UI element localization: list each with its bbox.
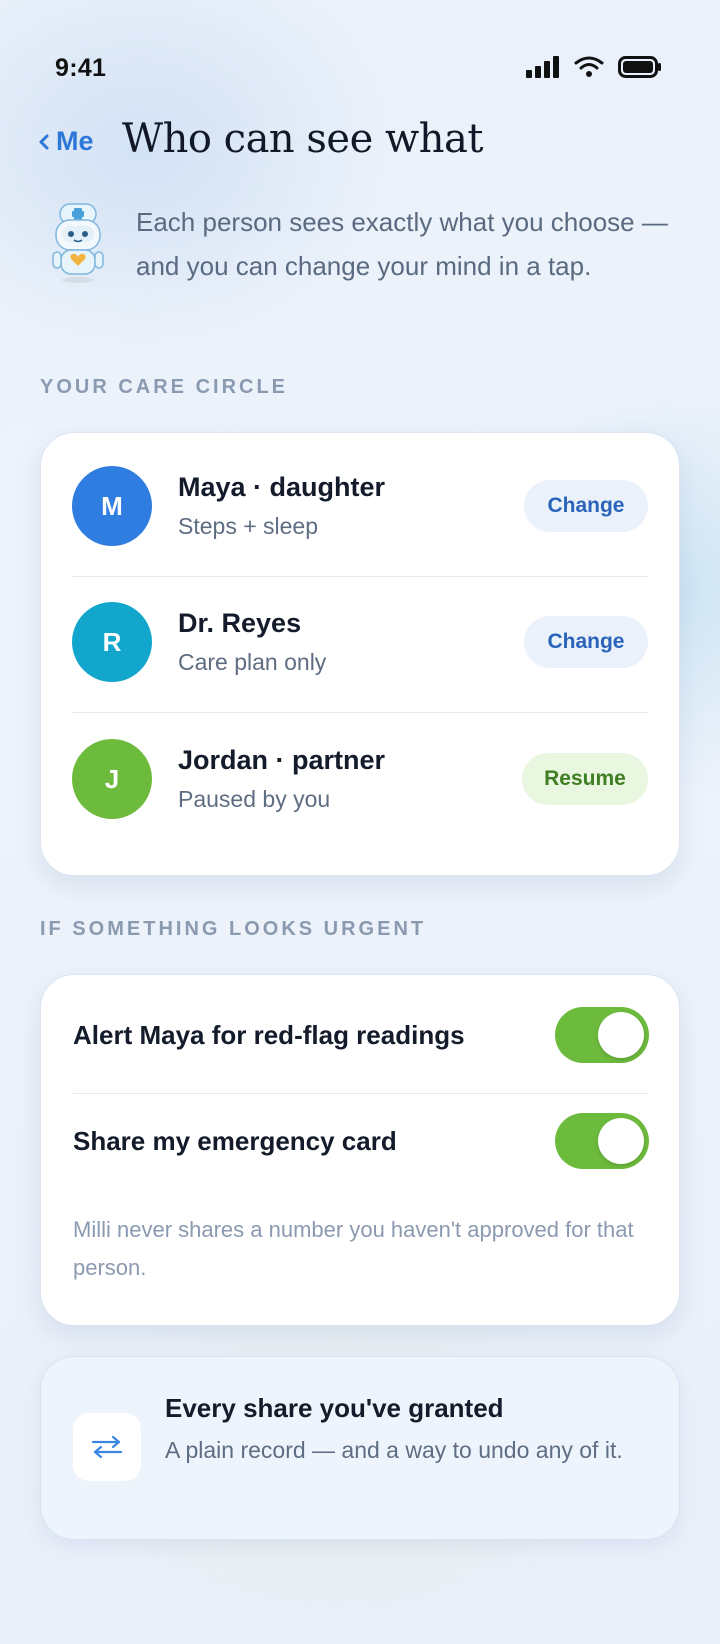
chevron-left-icon — [39, 134, 49, 149]
avatar: R — [72, 602, 152, 682]
person-name: Maya · daughter — [178, 472, 386, 502]
back-label: Me — [56, 126, 94, 156]
person-row-maya: M Maya · daughter Steps + sleep Change — [72, 438, 648, 574]
toggle-label: Share my emergency card — [73, 1125, 397, 1156]
status-time: 9:41 — [55, 54, 107, 82]
care-circle-label: YOUR CARE CIRCLE — [40, 376, 289, 398]
change-button-dr-reyes[interactable]: Change — [524, 616, 648, 668]
privacy-note: Milli never shares a number you haven't … — [73, 1217, 634, 1280]
urgent-card: Alert Maya for red-flag readings Share m… — [40, 974, 680, 1326]
toggle-row-emergency-card: Share my emergency card — [73, 1089, 649, 1193]
page-title: Who can see what — [122, 116, 483, 162]
history-subtitle: A plain record — and a way to undo any o… — [165, 1437, 623, 1463]
person-access: Paused by you — [178, 786, 331, 812]
robot-mascot-icon — [52, 203, 104, 283]
status-bar: 9:41 — [0, 0, 720, 120]
person-name: Jordan · partner — [178, 745, 386, 775]
swap-arrows-icon — [91, 1435, 123, 1459]
change-button-maya[interactable]: Change — [524, 480, 648, 532]
red-flag-alert-toggle[interactable] — [555, 1007, 649, 1063]
avatar: J — [72, 739, 152, 819]
person-access: Steps + sleep — [178, 513, 319, 539]
person-row-dr-reyes: R Dr. Reyes Care plan only Change — [72, 574, 648, 710]
urgent-label: IF SOMETHING LOOKS URGENT — [40, 918, 427, 940]
history-title: Every share you've granted — [165, 1393, 504, 1423]
swap-tile — [73, 1413, 141, 1481]
toggle-row-red-flag: Alert Maya for red-flag readings — [73, 983, 649, 1087]
status-icons — [526, 56, 662, 78]
toggle-knob — [598, 1118, 644, 1164]
share-history-card[interactable]: Every share you've granted A plain recor… — [40, 1356, 680, 1540]
avatar: M — [72, 466, 152, 546]
toggle-label: Alert Maya for red-flag readings — [73, 1019, 465, 1050]
resume-button-jordan[interactable]: Resume — [522, 753, 648, 805]
person-row-jordan: J Jordan · partner Paused by you Resume — [72, 711, 648, 847]
battery-icon — [618, 56, 661, 78]
intro: Each person sees exactly what you choose… — [50, 200, 690, 288]
person-access: Care plan only — [178, 649, 327, 675]
wifi-icon — [574, 56, 604, 77]
signal-icon — [526, 56, 559, 78]
person-name: Dr. Reyes — [178, 608, 302, 638]
back-button[interactable]: Me — [38, 126, 94, 157]
toggle-knob — [598, 1012, 644, 1058]
emergency-card-toggle[interactable] — [555, 1113, 649, 1169]
intro-text: Each person sees exactly what you choose… — [136, 207, 668, 281]
